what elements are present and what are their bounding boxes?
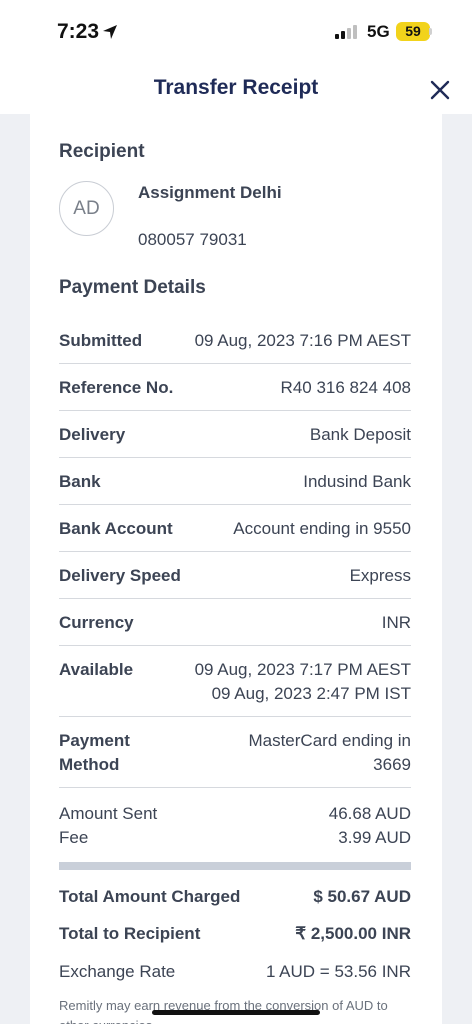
recipient-section-title: Recipient — [59, 141, 145, 162]
detail-row-delivery: Delivery Bank Deposit — [59, 423, 411, 458]
battery-icon: 59 — [396, 22, 430, 41]
fee-label: Fee — [59, 828, 89, 847]
close-icon[interactable] — [428, 78, 452, 102]
detail-value: Indusind Bank — [303, 472, 411, 491]
detail-value: Bank Deposit — [309, 425, 411, 444]
detail-label: Delivery — [59, 425, 126, 444]
detail-label: Bank — [59, 472, 101, 491]
amount-sent-label: Amount Sent — [59, 804, 158, 823]
payment-method-value-1: MasterCard ending in — [248, 731, 411, 750]
detail-value: INR — [381, 613, 411, 632]
detail-row-delivery-speed: Delivery Speed Express — [59, 564, 411, 599]
detail-label: Currency — [59, 613, 134, 632]
detail-label: Bank Account — [59, 519, 173, 538]
fee-value: 3.99 AUD — [338, 828, 411, 847]
amount-sent-row: Amount Sent 46.68 AUD — [59, 802, 411, 826]
page-title: Transfer Receipt — [153, 76, 319, 99]
exchange-rate-value: 1 AUD = 53.56 INR — [265, 962, 411, 981]
recipient-name: Assignment Delhi — [138, 183, 282, 202]
payment-method-label-1: Payment — [59, 731, 130, 750]
total-charged-value: $ 50.67 AUD — [313, 887, 411, 906]
detail-value: Express — [349, 566, 411, 585]
cellular-signal-icon — [335, 25, 361, 39]
total-charged-row: Total Amount Charged $ 50.67 AUD — [59, 885, 411, 909]
avatar: AD — [59, 181, 114, 236]
receipt-card: Recipient AD Assignment Delhi 080057 790… — [30, 114, 442, 1024]
total-recipient-value: ₹ 2,500.00 INR — [295, 924, 411, 943]
detail-label: Submitted — [59, 331, 143, 350]
nav-bar: Transfer Receipt — [0, 64, 472, 114]
payment-method-label-2: Method — [59, 755, 120, 774]
detail-label: Reference No. — [59, 378, 174, 397]
home-indicator[interactable] — [152, 1010, 320, 1015]
detail-row-submitted: Submitted 09 Aug, 2023 7:16 PM AEST — [59, 329, 411, 364]
detail-row-payment-method: Payment Method MasterCard ending in 3669 — [59, 729, 411, 788]
available-aest: 09 Aug, 2023 7:17 PM AEST — [194, 660, 411, 679]
payment-details-title: Payment Details — [59, 277, 206, 298]
location-arrow-icon — [103, 25, 117, 39]
amount-sent-value: 46.68 AUD — [328, 804, 411, 823]
detail-row-available: Available 09 Aug, 2023 7:17 PM AEST 09 A… — [59, 658, 411, 717]
exchange-rate-row: Exchange Rate 1 AUD = 53.56 INR — [59, 960, 411, 984]
payment-method-value-2: 3669 — [373, 755, 411, 774]
detail-label: Available — [59, 660, 134, 679]
detail-row-bank-account: Bank Account Account ending in 9550 — [59, 517, 411, 552]
status-time: 7:23 — [57, 20, 100, 43]
total-recipient-label: Total to Recipient — [59, 924, 201, 943]
detail-row-bank: Bank Indusind Bank — [59, 470, 411, 505]
total-recipient-row: Total to Recipient ₹ 2,500.00 INR — [59, 922, 411, 946]
detail-value: 09 Aug, 2023 7:16 PM AEST — [194, 331, 411, 350]
detail-value: R40 316 824 408 — [280, 378, 411, 397]
detail-row-currency: Currency INR — [59, 611, 411, 646]
detail-label: Delivery Speed — [59, 566, 181, 585]
recipient-account: 080057 79031 — [138, 230, 247, 249]
detail-value: Account ending in 9550 — [233, 519, 411, 538]
exchange-rate-label: Exchange Rate — [59, 962, 176, 981]
available-ist: 09 Aug, 2023 2:47 PM IST — [211, 684, 411, 703]
fee-row: Fee 3.99 AUD — [59, 826, 411, 850]
battery-tip — [429, 28, 432, 35]
totals-divider — [59, 862, 411, 870]
total-charged-label: Total Amount Charged — [59, 887, 241, 906]
network-type: 5G — [367, 22, 390, 41]
detail-row-reference: Reference No. R40 316 824 408 — [59, 376, 411, 411]
status-bar: 7:23 5G 59 — [0, 0, 472, 64]
